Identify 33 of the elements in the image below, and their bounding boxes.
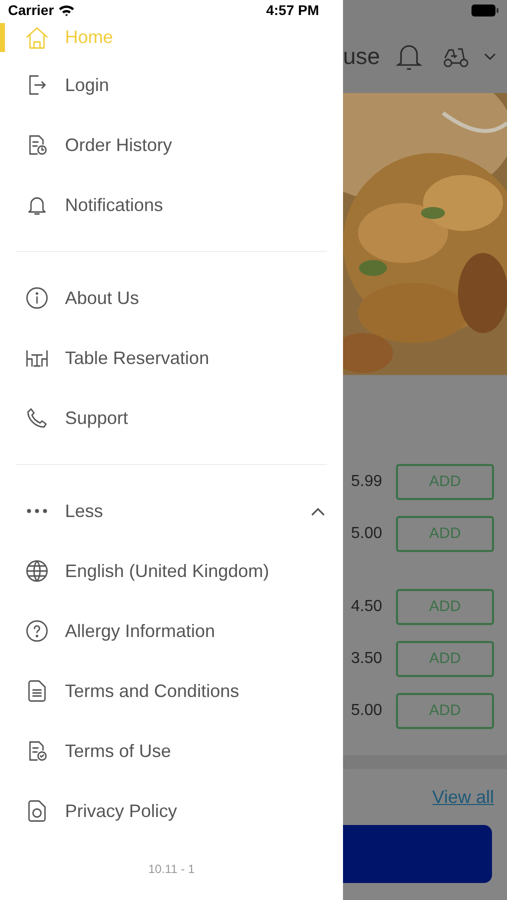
price-text: 5.00: [351, 524, 384, 544]
question-icon: [25, 619, 49, 643]
menu-item[interactable]: Order History: [0, 115, 343, 175]
menu-item[interactable]: Support: [0, 388, 343, 448]
info-icon: [25, 286, 49, 310]
menu-item[interactable]: Privacy Policy: [0, 781, 343, 841]
wifi-icon: [58, 4, 75, 16]
price-text: 5.99: [351, 472, 384, 492]
selection-indicator: [0, 23, 5, 52]
chevron-down-icon[interactable]: [484, 52, 496, 60]
time-text: 4:57 PM: [266, 0, 319, 20]
menu-item[interactable]: Login: [0, 55, 343, 115]
menu-item[interactable]: Table Reservation: [0, 328, 343, 388]
phone-icon: [25, 406, 49, 430]
menu-item[interactable]: Allergy Information: [0, 601, 343, 661]
more-icon: [25, 509, 49, 513]
menu-item[interactable]: English (United Kingdom): [0, 541, 343, 601]
menu-item[interactable]: About Us: [0, 268, 343, 328]
price-text: 4.50: [351, 597, 384, 617]
menu-item[interactable]: Terms of Use: [0, 721, 343, 781]
home-icon: [25, 26, 49, 50]
globe-icon: [25, 559, 49, 583]
more-toggle[interactable]: Less: [0, 481, 343, 541]
scooter-icon[interactable]: [442, 46, 470, 68]
menu-item[interactable]: Terms and Conditions: [0, 661, 343, 721]
battery-icon: [471, 4, 499, 16]
price-text: 3.50: [351, 649, 384, 669]
menu-item[interactable]: Notifications: [0, 175, 343, 235]
carrier-text: Carrier: [8, 0, 54, 20]
price-text: 5.00: [351, 701, 384, 721]
version-text: 10.11 - 1: [148, 862, 195, 876]
chevron-up-icon: [311, 506, 325, 516]
page-title: use: [343, 42, 380, 72]
